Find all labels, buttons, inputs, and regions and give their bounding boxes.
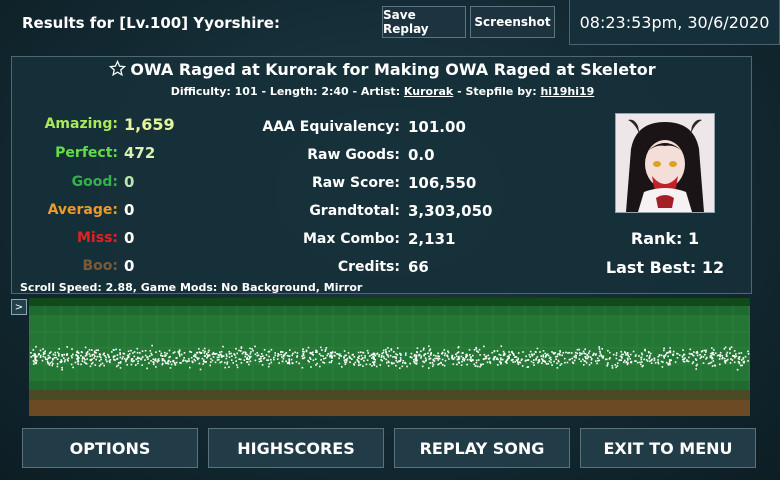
stat-value: 66 [408,258,429,276]
datetime-display: 08:23:53pm, 30/6/2020 [569,0,780,45]
highscores-button[interactable]: HIGHSCORES [208,428,384,468]
stat-label: Grandtotal: [309,203,400,219]
graph-toggle-button[interactable]: > [11,299,27,315]
replay-song-button[interactable]: REPLAY SONG [394,428,570,468]
options-button[interactable]: OPTIONS [22,428,198,468]
judgement-value: 472 [124,144,156,162]
stat-label: AAA Equivalency: [262,119,400,135]
judgement-value: 0 [124,229,135,247]
song-title: OWA Raged at Kurorak for Making OWA Rage… [12,60,753,79]
song-meta: Difficulty: 101 - Length: 2:40 - Artist:… [12,85,753,98]
judgement-label: Good: [71,174,118,190]
datetime-text: 08:23:53pm, 30/6/2020 [579,12,770,32]
favorite-star-icon[interactable] [109,60,127,77]
stat-label: Raw Score: [311,175,400,191]
last-best-text: Last Best: 12 [605,258,725,277]
judgement-value: 0 [124,173,135,191]
stat-value: 3,303,050 [408,202,493,220]
judgement-label: Perfect: [55,145,118,161]
rank-text: Rank: 1 [630,229,700,248]
judgement-value: 1,659 [124,115,175,134]
stat-label: Credits: [337,259,400,275]
stepfile-text: - Stepfile by: [453,85,541,98]
screenshot-button[interactable]: Screenshot [470,6,555,38]
judgement-label: Average: [47,202,118,218]
scroll-speed-mods: Scroll Speed: 2.88, Game Mods: No Backgr… [20,281,363,294]
stat-value: 2,131 [408,230,456,248]
judgement-value: 0 [124,257,135,275]
song-title-text: OWA Raged at Kurorak for Making OWA Rage… [130,60,656,79]
exit-to-menu-button[interactable]: EXIT TO MENU [580,428,756,468]
player-avatar [615,113,715,213]
difficulty-length-text: Difficulty: 101 - Length: 2:40 - Artist: [170,85,404,98]
results-title: Results for [Lv.100] Yyorshire: [22,14,280,32]
stat-value: 101.00 [408,118,466,136]
stat-label: Max Combo: [302,231,400,247]
stat-label: Raw Goods: [307,147,400,163]
artist-link[interactable]: Kurorak [404,85,453,98]
stat-value: 0.0 [408,146,435,164]
save-replay-button[interactable]: Save Replay [382,6,466,38]
judgement-label: Miss: [77,230,118,246]
judgement-value: 0 [124,201,135,219]
accuracy-graph [29,298,750,416]
judgement-label: Amazing: [44,116,118,132]
stat-value: 106,550 [408,174,477,192]
stepfile-author-link[interactable]: hi19hi19 [540,85,594,98]
judgement-label: Boo: [82,258,118,274]
